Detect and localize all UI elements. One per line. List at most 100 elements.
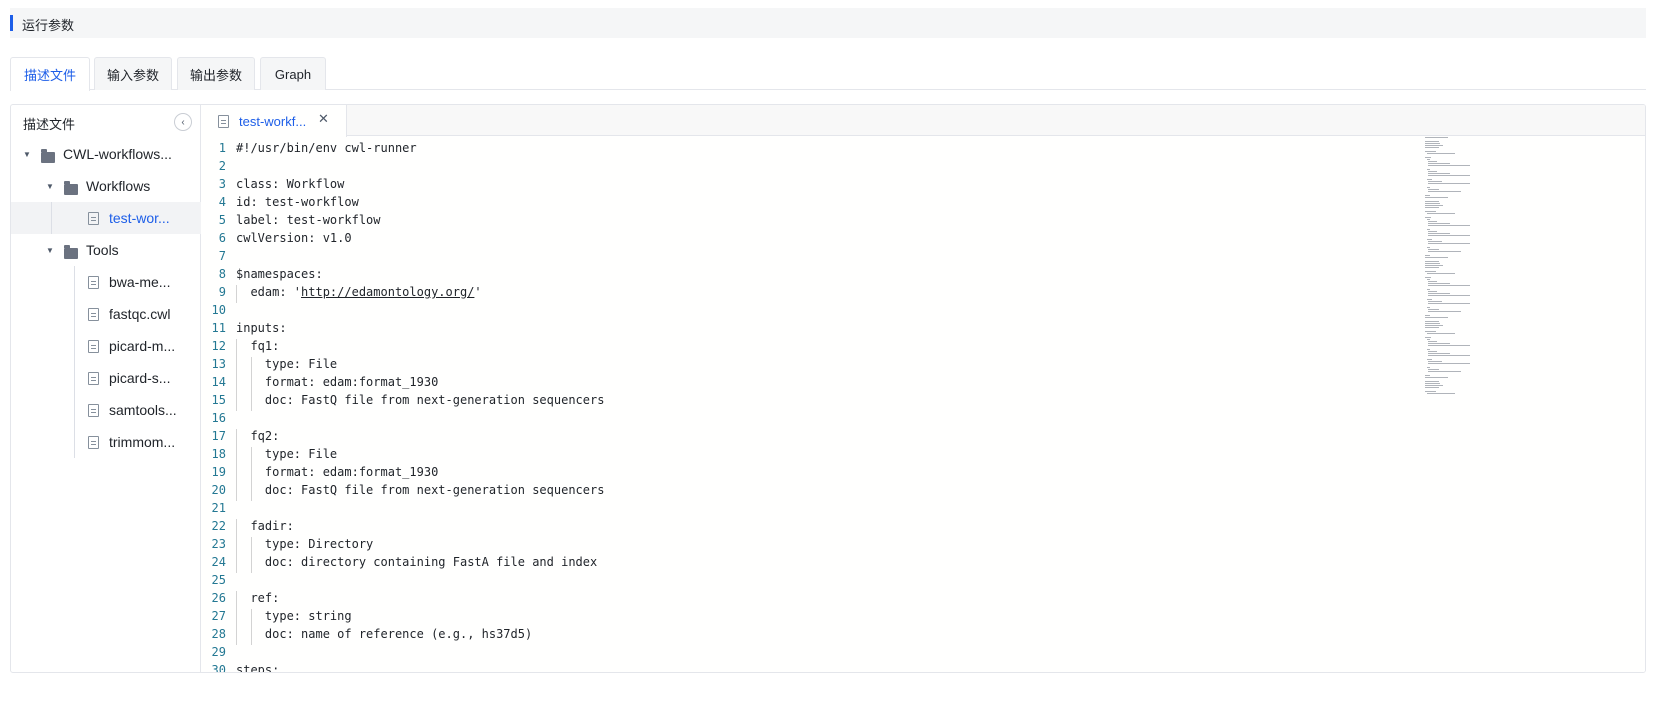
line-number: 6 (218, 231, 226, 245)
code-text: label: test-workflow (236, 213, 381, 227)
code-line: 7 (201, 249, 1421, 267)
tree-node-label: fastqc.cwl (109, 306, 171, 322)
tab-description-file[interactable]: 描述文件 (10, 57, 90, 91)
indent-guide (236, 357, 237, 375)
minimap-line (1425, 331, 1436, 332)
tree-node-tool-file[interactable]: trimmom... (11, 426, 201, 458)
indent-guide (236, 591, 237, 609)
minimap-line (1425, 217, 1432, 218)
code-line: 30 steps: (201, 663, 1421, 672)
code-text: ref: (236, 591, 280, 605)
minimap-line (1426, 229, 1431, 230)
minimap-line (1428, 163, 1450, 164)
tab-graph[interactable]: Graph (260, 57, 326, 90)
folder-icon (64, 245, 78, 259)
minimap-line (1425, 271, 1436, 272)
minimap-line (1428, 311, 1462, 312)
code-text: $namespaces: (236, 267, 323, 281)
minimap-line (1428, 165, 1471, 166)
minimap-line (1425, 201, 1439, 202)
line-number: 13 (211, 357, 226, 371)
minimap-line (1428, 183, 1470, 184)
minimap-line (1425, 267, 1440, 268)
line-number: 12 (211, 339, 226, 353)
line-number: 16 (211, 411, 226, 425)
editor-file-tab[interactable]: test-workf... ✕ (201, 105, 347, 137)
indent-guide (250, 465, 252, 483)
minimap-line (1426, 359, 1432, 360)
minimap[interactable] (1425, 137, 1485, 397)
minimap-line (1428, 295, 1471, 296)
tree-node-tool-file[interactable]: samtools... (11, 394, 201, 426)
line-number: 11 (211, 321, 226, 335)
tree-node-tool-file[interactable]: bwa-me... (11, 266, 201, 298)
minimap-line (1426, 333, 1456, 334)
code-text: doc: directory containing FastA file and… (236, 555, 598, 569)
file-icon (88, 436, 99, 449)
code-link[interactable]: http://edamontology.org/ (301, 285, 474, 299)
indent-guide (250, 393, 252, 411)
minimap-line (1425, 265, 1443, 266)
minimap-line (1428, 355, 1471, 356)
minimap-line (1428, 233, 1450, 234)
minimap-line (1425, 323, 1441, 324)
section-title: 运行参数 (22, 18, 75, 33)
indent-guide (236, 465, 237, 483)
indent-guide (236, 285, 237, 303)
tab-input-params[interactable]: 输入参数 (94, 57, 172, 90)
minimap-line (1425, 337, 1432, 338)
caret-down-icon[interactable]: ▼ (44, 182, 56, 191)
minimap-line (1425, 151, 1436, 152)
tree-node-workflow-file[interactable]: test-wor... (11, 202, 201, 234)
indent-guide (250, 375, 252, 393)
indent-guide (250, 627, 252, 645)
code-line: 15 doc: FastQ file from next-generation … (201, 393, 1421, 411)
file-icon (88, 404, 99, 417)
code-line: 9 edam: 'http://edamontology.org/' (201, 285, 1421, 303)
line-number: 14 (211, 375, 226, 389)
tree-node-label: Workflows (86, 178, 151, 194)
tree-node-root[interactable]: ▼ CWL-workflows... (11, 138, 201, 170)
chevron-left-icon[interactable]: ‹ (174, 113, 192, 131)
minimap-line (1425, 315, 1431, 316)
minimap-line (1428, 343, 1450, 344)
code-editor: test-workf... ✕ 1 #!/usr/bin/env cwl-runn… (201, 105, 1645, 672)
code-line: 29 (201, 645, 1421, 663)
code-line: 19 format: edam:format_1930 (201, 465, 1421, 483)
indent-guide (250, 447, 252, 465)
caret-down-icon[interactable]: ▼ (44, 246, 56, 255)
file-icon (88, 276, 99, 289)
indent-guide (236, 627, 237, 645)
line-number: 4 (218, 195, 226, 209)
line-number: 28 (211, 627, 226, 641)
indent-guide (250, 555, 252, 573)
line-number: 29 (211, 645, 226, 659)
caret-down-icon[interactable]: ▼ (21, 150, 33, 159)
minimap-line (1425, 141, 1439, 142)
minimap-line (1425, 143, 1441, 144)
minimap-line (1428, 293, 1450, 294)
tree-node-tool-file[interactable]: picard-s... (11, 362, 201, 394)
tree-node-tool-file[interactable]: fastqc.cwl (11, 298, 201, 330)
minimap-line (1428, 291, 1438, 292)
minimap-line (1428, 171, 1438, 172)
minimap-line (1425, 147, 1440, 148)
tree-node-tools[interactable]: ▼ Tools (11, 234, 201, 266)
code-line: 25 (201, 573, 1421, 591)
tab-output-params[interactable]: 输出参数 (177, 57, 255, 90)
code-line: 11 inputs: (201, 321, 1421, 339)
minimap-line (1425, 263, 1441, 264)
minimap-line (1425, 317, 1448, 318)
minimap-line (1425, 157, 1432, 158)
indent-guide (236, 555, 237, 573)
close-icon[interactable]: ✕ (318, 111, 329, 127)
line-number: 18 (211, 447, 226, 461)
editor-tab-bar: test-workf... ✕ (201, 105, 1645, 137)
code-area[interactable]: 1 #!/usr/bin/env cwl-runner 2 3 class: Workf… (201, 136, 1421, 672)
indent-guide (236, 519, 237, 537)
code-text: doc: FastQ file from next-generation seq… (236, 483, 605, 497)
line-number: 15 (211, 393, 226, 407)
tree-node-tool-file[interactable]: picard-m... (11, 330, 201, 362)
tree-node-workflows[interactable]: ▼ Workflows (11, 170, 201, 202)
minimap-line (1425, 377, 1448, 378)
